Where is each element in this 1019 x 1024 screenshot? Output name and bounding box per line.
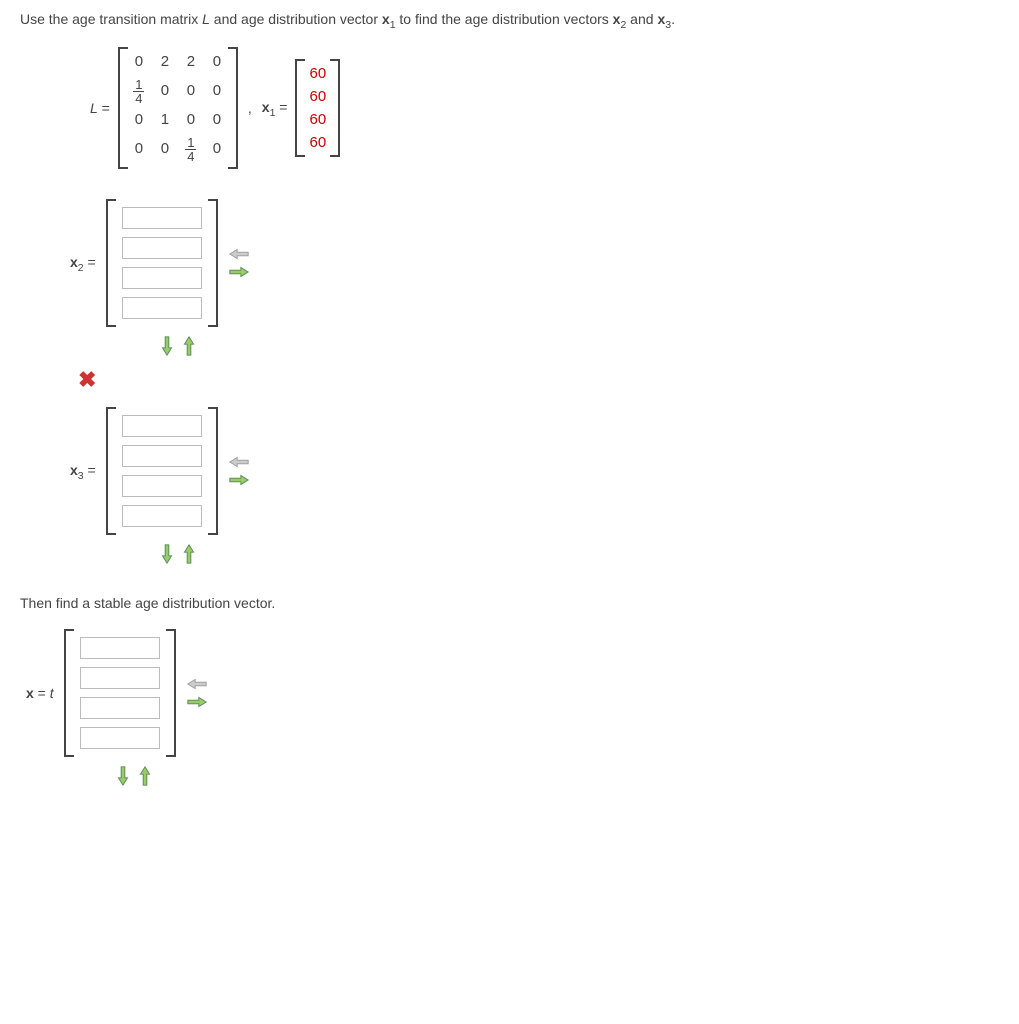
x3-input-2[interactable]	[122, 475, 202, 497]
row-arrows	[160, 335, 999, 357]
stable-instruction: Then find a stable age distribution vect…	[20, 595, 999, 611]
x2-input-0[interactable]	[122, 207, 202, 229]
question-instruction: Use the age transition matrix L and age …	[20, 10, 999, 32]
add-row-icon[interactable]	[116, 765, 130, 787]
row-arrows	[160, 543, 999, 565]
answer-x2-label: x2 =	[70, 254, 96, 274]
vector-cell: 60	[309, 134, 326, 151]
matrix-cell: 0	[132, 111, 146, 128]
col-arrows	[228, 247, 250, 279]
answer-x2-vector	[106, 199, 218, 327]
vector-cell: 60	[309, 111, 326, 128]
remove-row-icon[interactable]	[182, 335, 196, 357]
xt-input-0[interactable]	[80, 637, 160, 659]
x3-input-0[interactable]	[122, 415, 202, 437]
vector-cell: 60	[309, 88, 326, 105]
matrix-L: 022014000010000140	[118, 47, 238, 169]
vector-cell: 60	[309, 65, 326, 82]
matrix-cell: 14	[184, 134, 198, 163]
xt-input-2[interactable]	[80, 697, 160, 719]
remove-row-icon[interactable]	[138, 765, 152, 787]
matrix-cell: 14	[132, 76, 146, 105]
answer-x3-label: x3 =	[70, 462, 96, 482]
x2-input-1[interactable]	[122, 237, 202, 259]
remove-column-icon[interactable]	[186, 677, 208, 691]
answer-stable-label: x = t	[26, 685, 54, 701]
vector-x1-label: x1 =	[262, 99, 288, 119]
answer-x3-block: x3 =	[70, 407, 999, 565]
add-column-icon[interactable]	[228, 265, 250, 279]
matrix-cell: 0	[210, 140, 224, 157]
remove-column-icon[interactable]	[228, 247, 250, 261]
separator: ,	[248, 100, 252, 116]
matrix-cell: 0	[210, 82, 224, 99]
add-column-icon[interactable]	[228, 473, 250, 487]
matrix-cell: 0	[184, 82, 198, 99]
add-row-icon[interactable]	[160, 335, 174, 357]
matrix-cell: 0	[158, 140, 172, 157]
xt-input-3[interactable]	[80, 727, 160, 749]
wrong-icon: ✖	[78, 367, 999, 393]
add-column-icon[interactable]	[186, 695, 208, 709]
x3-input-3[interactable]	[122, 505, 202, 527]
x2-input-2[interactable]	[122, 267, 202, 289]
remove-row-icon[interactable]	[182, 543, 196, 565]
matrix-cell: 0	[210, 111, 224, 128]
matrix-cell: 0	[132, 53, 146, 70]
xt-input-1[interactable]	[80, 667, 160, 689]
matrix-cell: 0	[210, 53, 224, 70]
matrix-cell: 0	[132, 140, 146, 157]
add-row-icon[interactable]	[160, 543, 174, 565]
matrix-L-label: L =	[90, 100, 110, 116]
matrix-cell: 1	[158, 111, 172, 128]
answer-x3-vector	[106, 407, 218, 535]
matrix-cell: 0	[158, 82, 172, 99]
col-arrows	[186, 677, 208, 709]
given-block: L = 022014000010000140 , x1 = 60606060	[90, 47, 999, 169]
matrix-cell: 2	[184, 53, 198, 70]
x3-input-1[interactable]	[122, 445, 202, 467]
matrix-cell: 0	[184, 111, 198, 128]
col-arrows	[228, 455, 250, 487]
matrix-cell: 2	[158, 53, 172, 70]
answer-stable-block: x = t	[26, 629, 999, 787]
vector-x1: 60 60 60 60	[295, 59, 340, 157]
x2-input-3[interactable]	[122, 297, 202, 319]
remove-column-icon[interactable]	[228, 455, 250, 469]
answer-x2-block: x2 =	[70, 199, 999, 357]
answer-stable-vector	[64, 629, 176, 757]
row-arrows	[116, 765, 999, 787]
